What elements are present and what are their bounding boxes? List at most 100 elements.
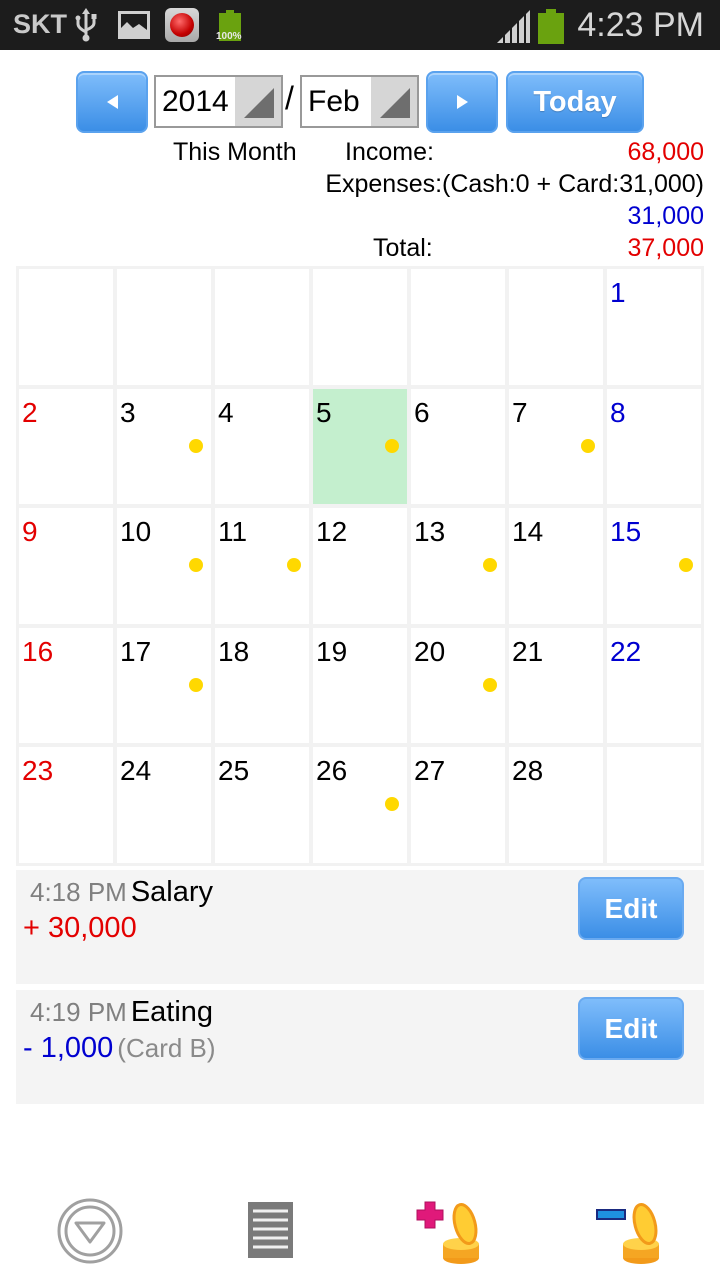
calendar-day-19[interactable]: 19 <box>313 627 407 744</box>
calendar-day-12[interactable]: 12 <box>313 508 407 624</box>
entry-indicator-dot <box>483 558 497 573</box>
calendar-day-1[interactable]: 1 <box>607 269 701 385</box>
calendar-day-3[interactable]: 3 <box>117 388 211 505</box>
calendar-day-13[interactable]: 13 <box>411 508 505 624</box>
day-number: 6 <box>414 396 430 428</box>
entry-amount: + 30,000 <box>23 912 137 944</box>
day-number: 27 <box>414 755 446 787</box>
battery-percent: 100% <box>216 31 242 42</box>
entry-amount: - 1,000 <box>23 1032 114 1064</box>
battery-icon: 100% <box>216 10 242 42</box>
usb-icon <box>75 8 97 42</box>
calendar-day-16[interactable]: 16 <box>19 627 113 744</box>
calendar-day-7[interactable]: 7 <box>509 388 603 505</box>
calendar-day-11[interactable]: 11 <box>215 508 309 624</box>
total-label: Total: <box>373 234 433 262</box>
menu-down-circle-icon[interactable] <box>55 1196 125 1266</box>
calendar-day-8[interactable]: 8 <box>607 388 701 505</box>
clock: 4:23 PM <box>577 6 704 44</box>
calendar-day-21[interactable]: 21 <box>509 627 603 744</box>
day-number: 19 <box>316 635 348 667</box>
add-expense-coins-icon[interactable] <box>595 1196 665 1266</box>
entry-indicator-dot <box>385 438 399 453</box>
calendar-day-9[interactable]: 9 <box>19 508 113 624</box>
calendar-day-2[interactable]: 2 <box>19 388 113 505</box>
calendar-day-10[interactable]: 10 <box>117 508 211 624</box>
date-separator: / <box>285 80 294 116</box>
total-value: 37,000 <box>627 234 704 262</box>
entry-indicator-dot <box>385 797 399 812</box>
day-number: 13 <box>414 516 446 548</box>
year-spinner[interactable]: 2014 <box>154 75 283 128</box>
chevron-left-icon <box>106 95 118 109</box>
calendar-day-20[interactable]: 20 <box>411 627 505 744</box>
calendar-day-5[interactable]: 5 <box>313 388 407 505</box>
day-number: 1 <box>610 277 626 308</box>
calendar-day-4[interactable]: 4 <box>215 388 309 505</box>
dropdown-corner-icon <box>371 77 417 126</box>
carrier-label: SKT <box>13 9 67 39</box>
day-number: 3 <box>120 396 136 428</box>
day-number: 7 <box>512 396 528 428</box>
day-number: 5 <box>316 396 332 428</box>
calendar-day-15[interactable]: 15 <box>607 508 701 624</box>
today-button[interactable]: Today <box>506 71 644 133</box>
expenses-value: 31,000 <box>627 202 704 230</box>
calendar-day-6[interactable]: 6 <box>411 388 505 505</box>
entry-item[interactable]: 4:18 PM Salary + 30,000 Edit <box>16 870 704 984</box>
day-number: 18 <box>218 635 250 667</box>
day-number: 22 <box>610 635 642 667</box>
income-value: 68,000 <box>627 138 704 166</box>
calendar-day-26[interactable]: 26 <box>313 747 407 863</box>
entry-payment-method: (Card B) <box>117 1033 216 1063</box>
calendar-day-17[interactable]: 17 <box>117 627 211 744</box>
calendar-day-25[interactable]: 25 <box>215 747 309 863</box>
day-number: 12 <box>316 516 348 548</box>
calendar-grid: 1 2 3 4 5 6 7 8 9 10 11 12 13 14 15 16 17 18 19 20 21 22 23 24 2… <box>16 266 704 866</box>
month-spinner[interactable]: Feb <box>300 75 419 128</box>
calendar-day-18[interactable]: 18 <box>215 627 309 744</box>
edit-button[interactable]: Edit <box>578 877 684 940</box>
day-number: 17 <box>120 635 152 667</box>
entry-indicator-dot <box>581 438 595 453</box>
previous-month-button[interactable] <box>76 71 148 133</box>
list-icon[interactable] <box>235 1196 305 1266</box>
calendar-day-23[interactable]: 23 <box>19 747 113 863</box>
calendar-day-27[interactable]: 27 <box>411 747 505 863</box>
calendar-empty-cell <box>215 269 309 385</box>
calendar-empty-cell <box>117 269 211 385</box>
next-month-button[interactable] <box>426 71 498 133</box>
calendar-empty-cell <box>607 747 701 863</box>
day-number: 10 <box>120 516 152 548</box>
day-number: 26 <box>316 755 348 787</box>
summary-period-label: This Month <box>173 138 297 166</box>
edit-button[interactable]: Edit <box>578 997 684 1060</box>
month-value: Feb <box>308 85 360 118</box>
entry-indicator-dot <box>287 558 301 573</box>
calendar-empty-cell <box>19 269 113 385</box>
calendar-day-28[interactable]: 28 <box>509 747 603 863</box>
entry-indicator-dot <box>189 558 203 573</box>
record-icon <box>165 8 199 42</box>
day-number: 28 <box>512 755 544 787</box>
entry-indicator-dot <box>483 677 497 692</box>
day-number: 2 <box>22 396 38 428</box>
day-number: 21 <box>512 635 544 667</box>
day-number: 4 <box>218 396 234 428</box>
expenses-label: Expenses:(Cash:0 + Card:31,000) <box>325 170 704 198</box>
calendar-empty-cell <box>313 269 407 385</box>
calendar-day-24[interactable]: 24 <box>117 747 211 863</box>
dropdown-corner-icon <box>235 77 281 126</box>
entry-item[interactable]: 4:19 PM Eating - 1,000 (Card B) Edit <box>16 990 704 1104</box>
day-number: 14 <box>512 516 544 548</box>
day-number: 15 <box>610 516 642 548</box>
entry-indicator-dot <box>679 558 693 573</box>
chevron-right-icon <box>456 95 468 109</box>
calendar-day-22[interactable]: 22 <box>607 627 701 744</box>
entry-title: Eating <box>130 996 214 1028</box>
add-income-coins-icon[interactable] <box>415 1196 485 1266</box>
year-value: 2014 <box>162 85 229 118</box>
day-number: 24 <box>120 755 152 787</box>
income-label: Income: <box>345 138 434 166</box>
calendar-day-14[interactable]: 14 <box>509 508 603 624</box>
